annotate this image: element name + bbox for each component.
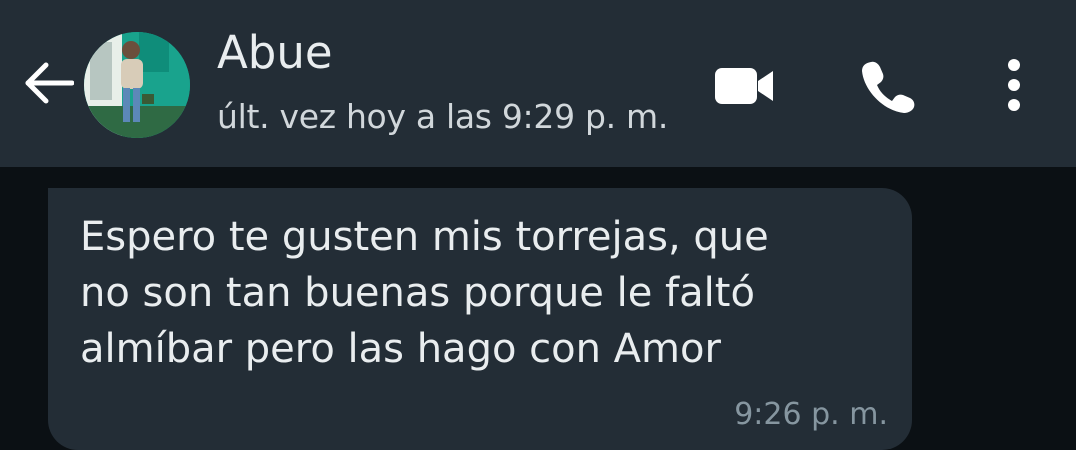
phone-icon [862,61,915,113]
video-call-button[interactable] [704,56,784,116]
avatar[interactable] [84,32,190,138]
more-options-button[interactable] [988,50,1040,120]
chat-header: Abue últ. vez hoy a las 9:29 p. m. [0,0,1076,167]
contact-name[interactable]: Abue [217,30,333,75]
message-timestamp: 9:26 p. m. [734,397,888,432]
message-text: Espero te gusten mis torrejas, que no so… [80,214,769,372]
arrow-left-icon [25,62,74,104]
video-camera-icon [715,68,773,104]
voice-call-button[interactable] [852,52,924,120]
back-button[interactable] [18,52,80,114]
contact-photo [84,32,190,138]
last-seen-status: últ. vez hoy a las 9:29 p. m. [217,97,669,136]
more-vertical-icon [1008,59,1020,111]
chat-screen: Abue últ. vez hoy a las 9:29 p. m. Esper… [0,0,1076,450]
